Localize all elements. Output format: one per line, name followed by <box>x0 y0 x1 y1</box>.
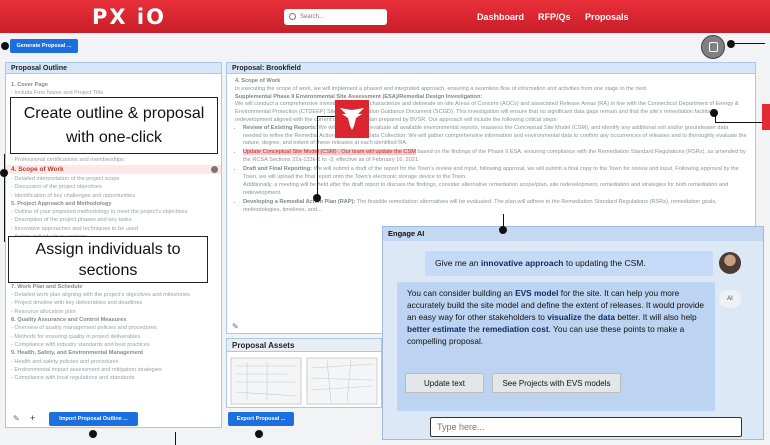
ai-message-text: You can consider building an EVS model f… <box>407 287 705 347</box>
ai-message-emphasis: EVS model <box>515 288 559 298</box>
nav-proposals[interactable]: Proposals <box>585 12 629 22</box>
user-icon <box>709 42 718 52</box>
outline-subitem[interactable]: - Outline of your proposed methodology t… <box>11 208 216 216</box>
outline-subitem[interactable]: - Detailed interpretation of the project… <box>11 175 216 183</box>
outline-section[interactable]: 8. Quality Assurance and Control Measure… <box>11 316 216 324</box>
connector-line <box>503 214 504 227</box>
ai-message-segment: the <box>466 324 483 334</box>
chat-input[interactable]: Type here... <box>430 417 742 437</box>
outline-subitem[interactable]: - Overview of quality management policie… <box>11 324 216 332</box>
nav-rfpqs[interactable]: RFP/Qs <box>538 12 571 22</box>
connector-dot <box>710 109 718 117</box>
engage-title: Engage AI <box>383 227 763 241</box>
ai-message-emphasis: data <box>597 312 616 322</box>
document-title: Proposal: Brookfield <box>227 63 755 74</box>
connector-line <box>4 154 5 242</box>
doc-bullet-highlight: Update Conceptual Site Model (CSM) : Our… <box>243 149 747 165</box>
connector-line <box>715 122 762 123</box>
outline-subitem[interactable]: - Innovative approaches and techniques t… <box>11 225 216 233</box>
search-placeholder: Search... <box>300 14 325 20</box>
outline-subitem[interactable]: - Environmental impact assessment and mi… <box>11 366 216 374</box>
import-outline-button[interactable]: Import Proposal Outline ... <box>49 412 138 426</box>
connector-dot <box>727 40 735 48</box>
doc-intro: In executing the scope of work, we will … <box>235 85 648 92</box>
ai-message-segment: the <box>581 312 598 322</box>
outline-subitem[interactable]: - Description of the project phases and … <box>11 216 216 224</box>
see-evs-projects-button[interactable]: See Projects with EVS models <box>492 373 621 393</box>
outline-section[interactable]: 1. Cover Page <box>11 81 216 89</box>
outline-section[interactable]: 7. Work Plan and Schedule <box>11 283 216 291</box>
asset-thumbnails[interactable] <box>227 352 381 407</box>
connector-line <box>175 432 176 445</box>
outline-subitem[interactable]: - Compliance with industry standards and… <box>11 341 216 349</box>
export-proposal-button[interactable]: Export Proposal ... <box>228 412 294 426</box>
outline-title: Proposal Outline <box>6 63 221 74</box>
outline-section[interactable]: 9. Health, Safety, and Environmental Man… <box>11 349 216 357</box>
doc-bullet: Review of Existing Reports: We will meti… <box>243 125 747 148</box>
doc-subheading: Supplemental Phase II Environmental Site… <box>235 93 483 100</box>
outline-subitem[interactable]: - Compliance with local regulations and … <box>11 374 216 382</box>
ai-message-emphasis: visualize <box>547 312 582 322</box>
assistant-button[interactable] <box>701 35 725 59</box>
app-logo[interactable]: PX iO <box>92 5 166 29</box>
nav-dashboard[interactable]: Dashboard <box>477 12 524 22</box>
outline-subitem[interactable]: - Health and safety policies and procedu… <box>11 358 216 366</box>
assignee-icon[interactable] <box>211 165 218 173</box>
doc-bullet: Draft and Final Reporting: We will submi… <box>243 166 747 182</box>
ai-avatar: AI <box>719 290 741 308</box>
outline-subitem[interactable]: - Detailed work plan aligning with the p… <box>11 291 216 299</box>
outline-subitem[interactable]: - Identification of key challenges and o… <box>11 192 216 200</box>
outline-subitem[interactable]: - Project timeline with key deliverables… <box>11 299 216 307</box>
edit-outline-icon[interactable]: ✎ <box>13 414 20 423</box>
outline-item-selected[interactable]: 4. Scope of Work <box>6 164 221 174</box>
proposal-assets-panel: Proposal Assets <box>226 338 382 408</box>
ai-message-emphasis: better estimate <box>407 324 467 334</box>
eagle-icon <box>340 108 364 130</box>
ai-message-emphasis: remediation cost <box>482 324 549 334</box>
doc-heading: 4. Scope of Work <box>235 78 281 84</box>
outline-subitem[interactable]: - Resource allocation plan <box>11 308 216 316</box>
search-icon <box>289 13 296 20</box>
connector-dot <box>255 430 263 438</box>
outline-subitem[interactable]: - Discussion of the project objectives <box>11 183 216 191</box>
edit-document-icon[interactable]: ✎ <box>232 322 239 331</box>
ai-message-segment: You can consider building an <box>407 288 516 298</box>
document-body[interactable]: 4. Scope of Work In executing the scope … <box>227 74 755 220</box>
doc-bullets: Review of Existing Reports: We will meti… <box>235 125 747 215</box>
connector-dot <box>1 42 9 50</box>
add-section-button[interactable]: + <box>30 413 35 423</box>
highlighted-text[interactable]: Update Conceptual Site Model (CSM) : Our… <box>243 149 416 156</box>
side-tab <box>762 104 770 130</box>
connector-line <box>317 116 318 196</box>
user-message: Give me an innovative approach to updati… <box>425 251 713 276</box>
ai-message-segment: better. It will also help <box>615 312 697 322</box>
connector-line <box>735 43 765 44</box>
generate-proposal-button[interactable]: Generate Proposal ... <box>10 39 78 53</box>
callout-create-outline: Create outline & proposal with one-click <box>10 97 218 154</box>
outline-section[interactable]: 5. Project Approach and Methodology <box>11 200 216 208</box>
outline-subitem[interactable]: - Professional certifications and member… <box>11 156 216 164</box>
connector-dot <box>499 226 507 234</box>
connector-line <box>317 116 335 117</box>
outline-subitem[interactable]: - Methods for ensuring quality in projec… <box>11 333 216 341</box>
brand-badge <box>335 100 369 138</box>
search-input[interactable]: Search... <box>284 9 387 25</box>
callout-assign-individuals: Assign individuals to sections <box>8 236 208 283</box>
assets-title: Proposal Assets <box>227 339 381 352</box>
user-avatar <box>719 252 741 274</box>
update-text-button[interactable]: Update text <box>405 373 484 393</box>
doc-paragraph: We will conduct a comprehensive investig… <box>235 101 739 123</box>
top-bar: PX iO Search... Dashboard RFP/Qs Proposa… <box>0 0 770 33</box>
connector-dot <box>0 169 8 177</box>
engage-ai-panel: Engage AI Give me an innovative approach… <box>382 226 764 440</box>
connector-dot <box>89 430 97 438</box>
